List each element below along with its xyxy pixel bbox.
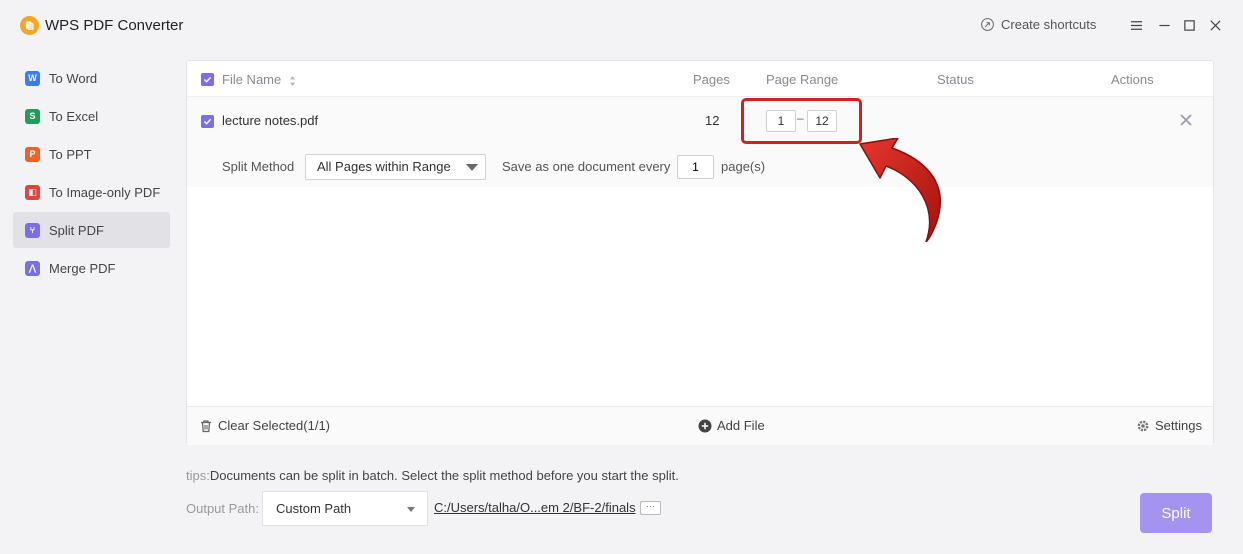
page-count: 12 (705, 113, 720, 128)
save-every-label: Save as one document every (502, 159, 671, 174)
title-bar: WPS PDF Converter Create shortcuts (0, 0, 1243, 52)
split-method-label: Split Method (222, 159, 295, 174)
sidebar-item-to-ppt[interactable]: P To PPT (13, 136, 170, 172)
merge-pdf-icon: ⋀ (25, 260, 40, 276)
gear-icon (1137, 420, 1149, 431)
select-all-checkbox[interactable] (201, 73, 214, 86)
output-path-link[interactable]: C:/Users/talha/O...em 2/BF-2/finals (434, 500, 636, 515)
panel-footer: Clear Selected(1/1) Add File Settings (187, 406, 1213, 445)
file-list-panel: File Name Pages Page Range Status Action… (186, 60, 1214, 445)
create-shortcuts-label: Create shortcuts (1001, 17, 1097, 32)
sidebar-item-split-pdf[interactable]: ⑂ Split PDF (13, 212, 170, 248)
actions-header: Actions (1111, 72, 1154, 87)
page-range-header: Page Range (766, 72, 839, 87)
ppt-icon: P (25, 146, 40, 162)
app-title: WPS PDF Converter (45, 17, 184, 34)
table-header: File Name Pages Page Range Status Action… (187, 61, 1213, 97)
add-circle-icon (698, 419, 712, 432)
browse-path-button[interactable]: ··· (640, 501, 661, 515)
chevron-down-icon (466, 164, 478, 171)
sidebar-item-label: To Word (49, 70, 98, 86)
create-shortcuts-button[interactable]: Create shortcuts (980, 17, 1096, 32)
sidebar-item-label: To Excel (49, 108, 99, 124)
split-method-select[interactable]: All Pages within Range (305, 154, 486, 180)
sidebar-item-label: Split PDF (49, 222, 104, 238)
excel-icon: S (25, 108, 40, 124)
split-method-value: All Pages within Range (317, 159, 451, 174)
status-header: Status (937, 72, 974, 87)
pages-unit-label: page(s) (721, 159, 766, 174)
trash-icon (201, 419, 211, 432)
add-file-label: Add File (717, 418, 765, 433)
file-name-header[interactable]: File Name (222, 72, 296, 87)
clear-selected-button[interactable]: Clear Selected(1/1) (199, 418, 330, 433)
settings-label: Settings (1155, 418, 1202, 433)
chevron-down-icon (407, 507, 415, 512)
tips-prefix: tips: (186, 468, 210, 483)
output-path-option: Custom Path (276, 501, 352, 516)
pages-header: Pages (693, 72, 730, 87)
page-range-highlight (741, 98, 862, 144)
split-button[interactable]: Split (1140, 493, 1212, 533)
table-row: lecture notes.pdf 12 – Split Method All … (187, 97, 1213, 187)
settings-button[interactable]: Settings (1136, 418, 1202, 433)
sidebar: W To Word S To Excel P To PPT ◧ To Image… (13, 60, 170, 288)
sidebar-item-to-word[interactable]: W To Word (13, 60, 170, 96)
output-path-select[interactable]: Custom Path (262, 491, 428, 526)
sidebar-item-merge-pdf[interactable]: ⋀ Merge PDF (13, 250, 170, 286)
maximize-icon[interactable] (1180, 16, 1198, 34)
sidebar-item-to-image-only-pdf[interactable]: ◧ To Image-only PDF (13, 174, 170, 210)
shortcut-icon (981, 18, 994, 31)
clear-selected-label: Clear Selected(1/1) (218, 418, 330, 433)
remove-file-icon[interactable] (1179, 113, 1193, 127)
tips-message: Documents can be split in batch. Select … (209, 468, 679, 483)
sidebar-item-to-excel[interactable]: S To Excel (13, 98, 170, 134)
sidebar-item-label: To Image-only PDF (49, 184, 161, 200)
word-icon: W (25, 70, 40, 86)
minimize-icon[interactable] (1155, 16, 1173, 34)
close-icon[interactable] (1206, 16, 1224, 34)
pages-per-document-input[interactable] (677, 155, 714, 179)
output-path-label: Output Path: (186, 501, 259, 516)
split-pdf-icon: ⑂ (25, 222, 40, 238)
tips-text: tips:Documents can be split in batch. Se… (186, 468, 679, 483)
file-name: lecture notes.pdf (222, 113, 319, 128)
menu-icon[interactable] (1127, 16, 1145, 34)
wps-logo-icon (20, 16, 39, 35)
image-pdf-icon: ◧ (25, 184, 40, 200)
sidebar-item-label: To PPT (49, 146, 92, 162)
add-file-button[interactable]: Add File (698, 418, 765, 433)
sort-icon (289, 75, 295, 86)
row-checkbox[interactable] (201, 115, 214, 128)
sidebar-item-label: Merge PDF (49, 260, 116, 276)
